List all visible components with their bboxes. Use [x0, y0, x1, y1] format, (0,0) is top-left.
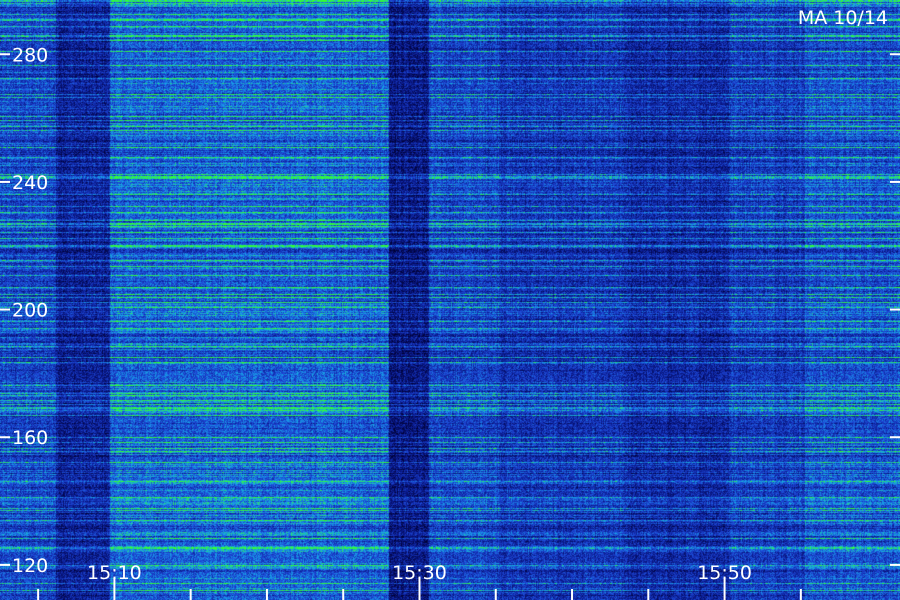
x-tick-label: 15:50	[697, 562, 752, 584]
y-tick-label: 200	[12, 300, 48, 322]
spectrogram-chart: 120 160 200 240 280 15:10 15:30 15:50 MA 10/14	[0, 0, 900, 600]
y-tick-label: 160	[12, 427, 48, 449]
y-axis: 120 160 200 240 280	[0, 44, 900, 577]
y-tick-label: 240	[12, 172, 48, 194]
station-date-label: MA 10/14	[798, 7, 888, 29]
x-tick-label: 15:10	[87, 562, 142, 584]
y-tick-label: 280	[12, 44, 48, 66]
chart-axes-overlay: 120 160 200 240 280 15:10 15:30 15:50 MA 10/14	[0, 7, 900, 600]
x-tick-label: 15:30	[392, 562, 447, 584]
x-axis: 15:10 15:30 15:50	[37, 562, 802, 600]
y-tick-label: 120	[12, 555, 48, 577]
